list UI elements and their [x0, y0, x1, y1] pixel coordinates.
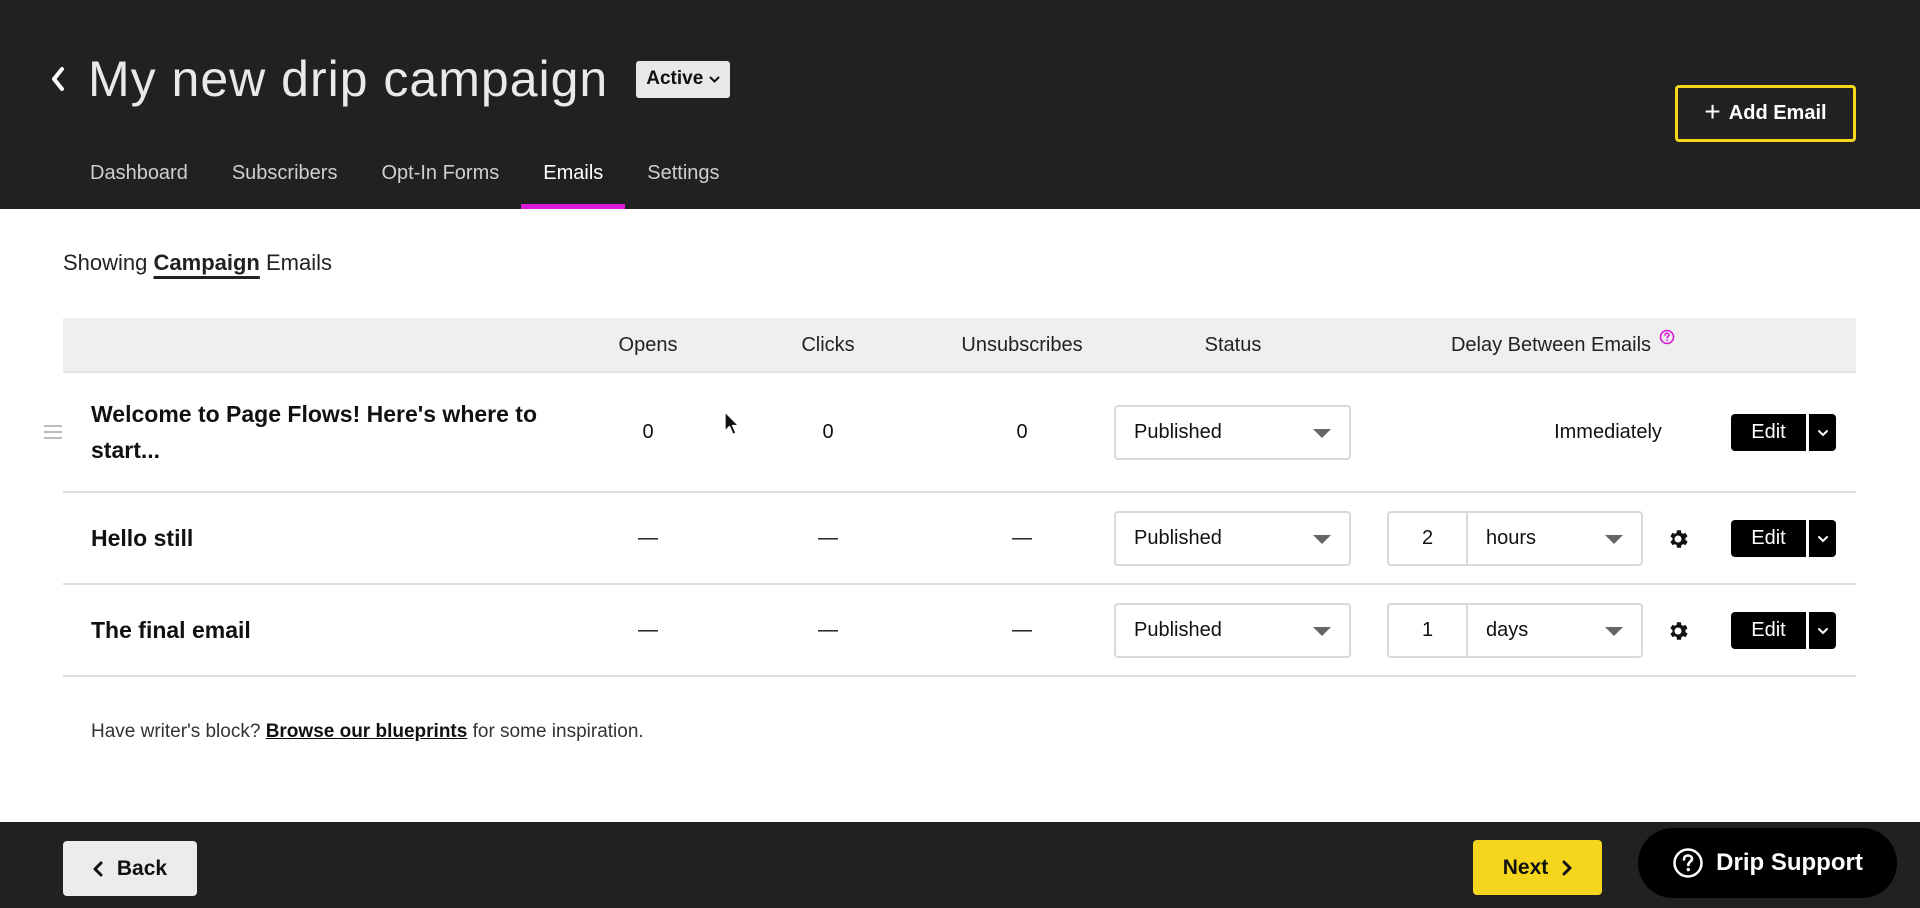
- table-row: Welcome to Page Flows! Here's where to s…: [44, 373, 1856, 493]
- edit-options-button[interactable]: [1809, 612, 1836, 649]
- campaign-status-label: Active: [646, 68, 704, 89]
- drag-handle-icon: [44, 425, 62, 439]
- clicks-value: —: [818, 526, 838, 549]
- caret-down-icon: [1313, 429, 1331, 438]
- caret-down-icon: [1313, 535, 1331, 544]
- status-select-value: Published: [1134, 421, 1222, 443]
- column-header-delay-label: Delay Between Emails: [1450, 334, 1652, 356]
- delay-amount-input[interactable]: 1: [1389, 605, 1468, 656]
- chevron-right-icon: [1562, 860, 1572, 875]
- add-email-button[interactable]: + Add Email: [1675, 85, 1856, 142]
- gear-icon: [1670, 622, 1688, 640]
- unsubscribes-value: 0: [1016, 420, 1028, 443]
- edit-button-group: Edit: [1731, 612, 1836, 649]
- delay-settings-button[interactable]: [1664, 525, 1692, 553]
- chevron-left-icon: [52, 67, 64, 91]
- edit-button-group: Edit: [1731, 520, 1836, 557]
- browse-blueprints-link[interactable]: Browse our blueprints: [266, 721, 468, 742]
- unsubscribes-value: —: [1012, 618, 1032, 641]
- clicks-value: —: [818, 618, 838, 641]
- delay-input-group: 2 hours: [1387, 511, 1643, 566]
- column-header-delay: Delay Between Emails: [1423, 318, 1703, 373]
- caret-down-icon: [1605, 535, 1623, 544]
- email-filter: Showing Campaign Emails: [63, 250, 332, 276]
- tab-opt-in-forms[interactable]: Opt-In Forms: [359, 148, 521, 209]
- drip-support-label: Drip Support: [1716, 849, 1863, 876]
- chevron-down-icon: [1817, 627, 1828, 634]
- status-select-value: Published: [1134, 527, 1222, 549]
- campaign-title: My new drip campaign: [88, 51, 609, 107]
- help-circle-icon: [1673, 848, 1703, 878]
- next-button[interactable]: Next: [1473, 840, 1602, 895]
- email-name[interactable]: Hello still: [91, 493, 571, 583]
- delay-input-group: 1 days: [1387, 603, 1643, 658]
- delay-amount-input[interactable]: 2: [1389, 513, 1468, 564]
- caret-down-icon: [1313, 627, 1331, 636]
- unsubscribes-value: —: [1012, 526, 1032, 549]
- opens-value: 0: [642, 420, 654, 443]
- email-name[interactable]: The final email: [91, 585, 571, 675]
- opens-value: —: [638, 618, 658, 641]
- campaign-tabs: Dashboard Subscribers Opt-In Forms Email…: [68, 148, 742, 209]
- table-header: Opens Clicks Unsubscribes Status Delay B…: [63, 318, 1856, 373]
- status-select[interactable]: Published: [1114, 405, 1351, 460]
- campaign-status-dropdown[interactable]: Active: [636, 60, 731, 98]
- email-type-filter-dropdown[interactable]: Campaign: [154, 250, 260, 275]
- status-select[interactable]: Published: [1114, 511, 1351, 566]
- chevron-down-icon: [709, 76, 720, 83]
- back-button[interactable]: Back: [63, 841, 197, 896]
- clicks-value: 0: [822, 420, 834, 443]
- edit-button-group: Edit: [1731, 414, 1836, 451]
- delay-unit-value: hours: [1486, 527, 1537, 549]
- edit-options-button[interactable]: [1809, 414, 1836, 451]
- delay-unit-select[interactable]: hours: [1468, 513, 1641, 564]
- column-header-clicks: Clicks: [801, 334, 855, 356]
- gear-icon: [1670, 530, 1688, 548]
- edit-button[interactable]: Edit: [1731, 520, 1806, 557]
- edit-options-button[interactable]: [1809, 520, 1836, 557]
- add-email-label: Add Email: [1728, 102, 1827, 124]
- help-icon[interactable]: [1659, 328, 1675, 351]
- opens-value: —: [638, 526, 658, 549]
- status-select-value: Published: [1134, 619, 1222, 641]
- column-header-opens: Opens: [618, 334, 678, 356]
- campaign-header: My new drip campaign Active + Add Email …: [0, 0, 1920, 209]
- column-header-unsubscribes: Unsubscribes: [961, 334, 1083, 356]
- delay-unit-select[interactable]: days: [1468, 605, 1641, 656]
- back-to-campaigns-button[interactable]: [48, 61, 68, 97]
- caret-down-icon: [1605, 627, 1623, 636]
- chevron-down-icon: [1817, 535, 1828, 542]
- filter-prefix: Showing: [63, 250, 148, 275]
- tab-dashboard[interactable]: Dashboard: [68, 148, 210, 209]
- chevron-down-icon: [1817, 429, 1828, 436]
- column-header-status: Status: [1204, 334, 1262, 356]
- filter-suffix: Emails: [266, 250, 333, 275]
- plus-icon: +: [1704, 96, 1721, 127]
- footer-bar: Back Next Drip Support: [0, 822, 1920, 908]
- delay-settings-button[interactable]: [1664, 617, 1692, 645]
- tab-subscribers[interactable]: Subscribers: [210, 148, 360, 209]
- delay-unit-value: days: [1486, 619, 1529, 641]
- drag-handle[interactable]: [43, 373, 63, 491]
- blueprint-prefix: Have writer's block?: [91, 721, 261, 742]
- status-select[interactable]: Published: [1114, 603, 1351, 658]
- table-row: The final email — — — Published 1 days E…: [63, 585, 1856, 677]
- drip-support-button[interactable]: Drip Support: [1638, 828, 1897, 898]
- tab-settings[interactable]: Settings: [625, 148, 741, 209]
- edit-button[interactable]: Edit: [1731, 612, 1806, 649]
- blueprint-hint: Have writer's block? Browse our blueprin…: [91, 721, 644, 743]
- next-label: Next: [1502, 855, 1549, 879]
- emails-table: Opens Clicks Unsubscribes Status Delay B…: [44, 318, 1856, 677]
- chevron-left-icon: [93, 861, 103, 876]
- blueprint-suffix: for some inspiration.: [472, 721, 644, 742]
- email-name[interactable]: Welcome to Page Flows! Here's where to s…: [91, 373, 571, 491]
- edit-button[interactable]: Edit: [1731, 414, 1806, 451]
- tab-emails[interactable]: Emails: [521, 148, 626, 209]
- table-row: Hello still — — — Published 2 hours Edit: [63, 493, 1856, 585]
- back-label: Back: [116, 856, 168, 880]
- title-row: My new drip campaign Active: [48, 51, 731, 107]
